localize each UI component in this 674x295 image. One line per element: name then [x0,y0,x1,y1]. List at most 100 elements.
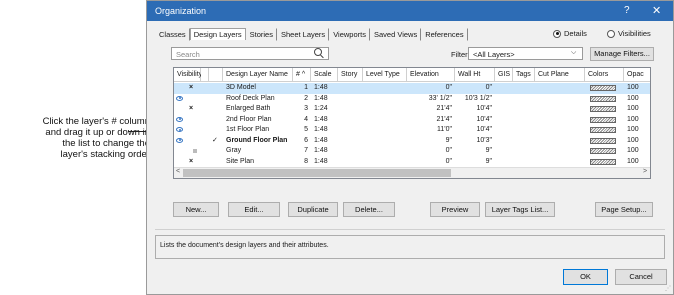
color-swatch[interactable] [590,158,616,165]
table-row[interactable]: ✓ Ground Floor Plan 6 1:48 9" 10'3" 100 [174,136,650,147]
tab-references[interactable]: References [421,28,468,41]
manage-filters-button[interactable]: Manage Filters... [590,47,654,61]
table-row[interactable]: 1st Floor Plan 5 1:48 11'0" 10'4" 100 [174,125,650,136]
x-icon: × [189,84,194,91]
close-icon[interactable]: ✕ [652,4,661,17]
color-swatch[interactable] [590,127,616,133]
help-icon[interactable]: ? [624,5,630,16]
layer-name: Roof Deck Plan [226,94,275,102]
preview-button[interactable]: Preview [430,202,480,217]
title-bar: Organization ? ✕ [147,1,673,21]
search-icon[interactable] [314,48,322,56]
color-swatch[interactable] [590,148,616,154]
horizontal-scrollbar[interactable]: < > [174,167,650,178]
duplicate-button[interactable]: Duplicate [288,202,338,217]
col-visibility[interactable]: Visibility [174,68,202,82]
color-swatch[interactable] [590,95,616,102]
col-gis[interactable]: GIS [495,68,513,82]
visibilities-label: Visibilities [618,29,651,38]
tab-classes[interactable]: Classes [155,28,190,41]
col-layer-name[interactable]: Design Layer Name [223,68,293,82]
hidden-x-icon[interactable]: × [174,157,201,167]
callout-line-2: and drag it up or down in [45,127,150,138]
delete-button[interactable]: Delete... [343,202,395,217]
color-swatch[interactable] [590,85,616,91]
x-icon: × [189,105,194,112]
scroll-right-icon[interactable]: > [643,168,647,175]
callout-text: Click the layer's # column and drag it u… [2,116,150,160]
organization-dialog: Organization ? ✕ Classes Design Layers Sto… [146,0,674,295]
col-number-label: # [296,71,300,78]
visible-eye-icon[interactable] [174,115,201,125]
col-active[interactable] [201,68,209,82]
layer-opacity: 100 [627,136,639,144]
layer-number: 3 [304,105,308,112]
resize-grip-icon[interactable]: ⋰ [665,285,671,292]
layer-scale: 1:48 [314,94,328,102]
table-row[interactable]: × Enlarged Bath 3 1:24 21'4" 10'4" 100 [174,104,650,115]
filter-dropdown[interactable]: <All Layers> [468,47,583,60]
callout-line-4: layer's stacking order [60,149,150,160]
color-swatch[interactable] [590,116,616,123]
layer-name: 1st Floor Plan [226,126,270,133]
radio-selected-icon [553,29,561,38]
layer-opacity: 100 [627,157,639,165]
hidden-x-icon[interactable]: × [174,104,201,114]
layer-elevation: 11'0" [437,126,452,133]
visibilities-radio[interactable]: Visibilities [607,29,651,38]
col-level-type[interactable]: Level Type [363,68,407,82]
tab-viewports[interactable]: Viewports [329,28,370,41]
layer-elevation: 0" [445,84,452,91]
col-elevation[interactable]: Elevation [407,68,455,82]
table-row[interactable]: Roof Deck Plan 2 1:48 33' 1/2" 10'3 1/2" 100 [174,94,650,105]
dialog-title: Organization [155,6,207,16]
layer-opacity: 100 [627,126,639,133]
table-row[interactable]: Gray 7 1:48 0" 9" 100 [174,146,650,157]
table-row[interactable]: 2nd Floor Plan 4 1:48 21'4" 10'4" 100 [174,115,650,126]
visible-eye-icon[interactable] [174,125,201,135]
layer-opacity: 100 [627,147,639,154]
table-row[interactable]: × Site Plan 8 1:48 0" 9" 100 [174,157,650,168]
cancel-button[interactable]: Cancel [615,269,667,285]
layer-scale: 1:48 [314,157,328,165]
chevron-down-icon[interactable]: ⌵ [571,49,576,57]
hidden-x-icon[interactable]: × [174,83,201,93]
layer-scale: 1:48 [314,126,328,133]
layer-scale: 1:48 [314,84,328,91]
scrollbar-thumb[interactable] [183,169,451,177]
layer-scale: 1:48 [314,136,328,144]
new-button[interactable]: New... [173,202,219,217]
visible-eye-icon[interactable] [174,136,201,146]
design-layers-table[interactable]: Visibility Design Layer Name # ^ Scale S… [173,67,651,179]
tab-design-layers[interactable]: Design Layers [189,28,246,40]
grayed-icon[interactable] [174,146,201,156]
col-story[interactable]: Story [338,68,363,82]
layer-opacity: 100 [627,94,639,102]
visible-eye-icon[interactable] [174,94,201,104]
layer-elevation: 33' 1/2" [428,94,452,102]
col-wall-height[interactable]: Wall Ht [455,68,495,82]
col-colors[interactable]: Colors [585,68,624,82]
ok-button[interactable]: OK [563,269,608,285]
layer-scale: 1:48 [314,115,328,123]
scroll-left-icon[interactable]: < [176,168,180,175]
edit-button[interactable]: Edit... [228,202,280,217]
col-tags[interactable]: Tags [513,68,535,82]
eye-icon [176,95,183,101]
col-scale[interactable]: Scale [311,68,338,82]
tab-saved-views[interactable]: Saved Views [370,28,422,41]
table-row[interactable]: × 3D Model 1 1:48 0" 0" 100 [174,83,650,94]
col-cut-plane[interactable]: Cut Plane [535,68,585,82]
color-swatch[interactable] [590,137,616,144]
tab-stories[interactable]: Stories [246,28,277,41]
tab-sheet-layers[interactable]: Sheet Layers [277,28,330,41]
search-input[interactable]: Search [171,47,329,60]
details-radio[interactable]: Details [553,29,587,38]
col-opacity[interactable]: Opac [624,68,650,82]
col-number[interactable]: # ^ [293,68,311,82]
layer-tags-list-button[interactable]: Layer Tags List... [485,202,555,217]
eye-icon [176,116,183,122]
page-setup-button[interactable]: Page Setup... [595,202,653,217]
col-blank[interactable] [209,68,223,82]
color-swatch[interactable] [590,106,616,112]
